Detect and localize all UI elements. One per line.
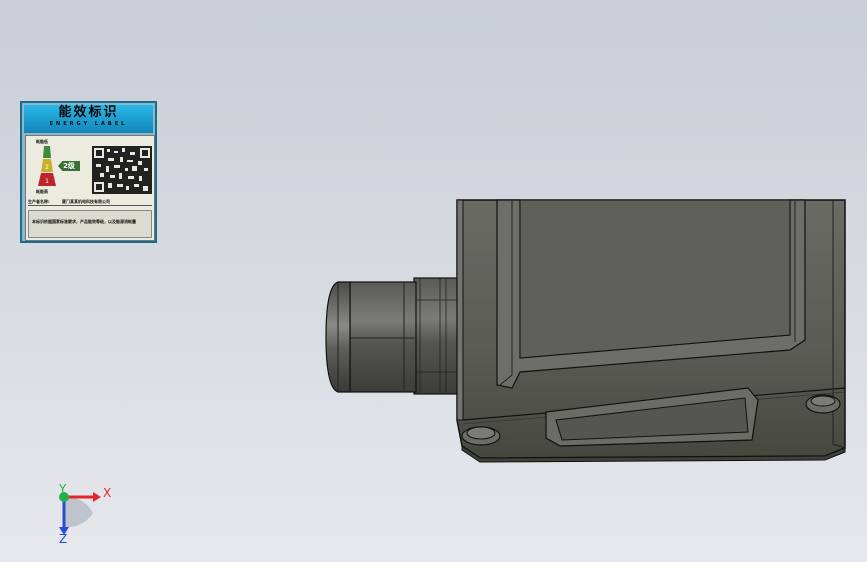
footer-text: 本标识依据国家标准要求，产品能效等级，以及能源消耗量 (32, 219, 136, 224)
grade-bottom-caption: 耗能高 (36, 189, 48, 194)
y-axis-label: Y (58, 483, 67, 496)
grade-badge: 2级 (58, 161, 80, 171)
x-axis-label: X (103, 486, 111, 500)
qr-code-icon (92, 146, 152, 194)
grade-pyramid-icon: 2 1 (38, 146, 56, 186)
energy-label[interactable]: 能效标识 ENERGY LABEL 耗能低 2 1 耗能高 2级 生产者名称: … (20, 101, 157, 243)
housing-body[interactable] (456, 199, 846, 463)
z-axis-label: Z (59, 532, 67, 545)
grade-top-caption: 耗能低 (36, 139, 48, 144)
label-footer: 本标识依据国家标准要求，产品能效等级，以及能源消耗量 (28, 210, 152, 238)
label-title-bar: 能效标识 ENERGY LABEL (24, 105, 153, 133)
svg-text:2: 2 (45, 164, 49, 171)
label-title-en: ENERGY LABEL (49, 121, 128, 127)
label-divider (28, 205, 152, 206)
coordinate-triad: X Y Z (58, 483, 111, 545)
cable-gland[interactable] (325, 277, 458, 395)
screw-right[interactable] (805, 394, 841, 414)
model-viewport[interactable] (0, 0, 867, 562)
svg-text:1: 1 (45, 178, 49, 185)
label-body: 耗能低 2 1 耗能高 2级 生产者名称: 厦门某某机电科技有限公司 本标识依据… (25, 135, 155, 241)
x-axis-arrow-icon (93, 492, 101, 502)
triad-shade (65, 496, 93, 528)
screw-left[interactable] (461, 426, 501, 446)
label-title-cn: 能效标识 (58, 105, 119, 120)
